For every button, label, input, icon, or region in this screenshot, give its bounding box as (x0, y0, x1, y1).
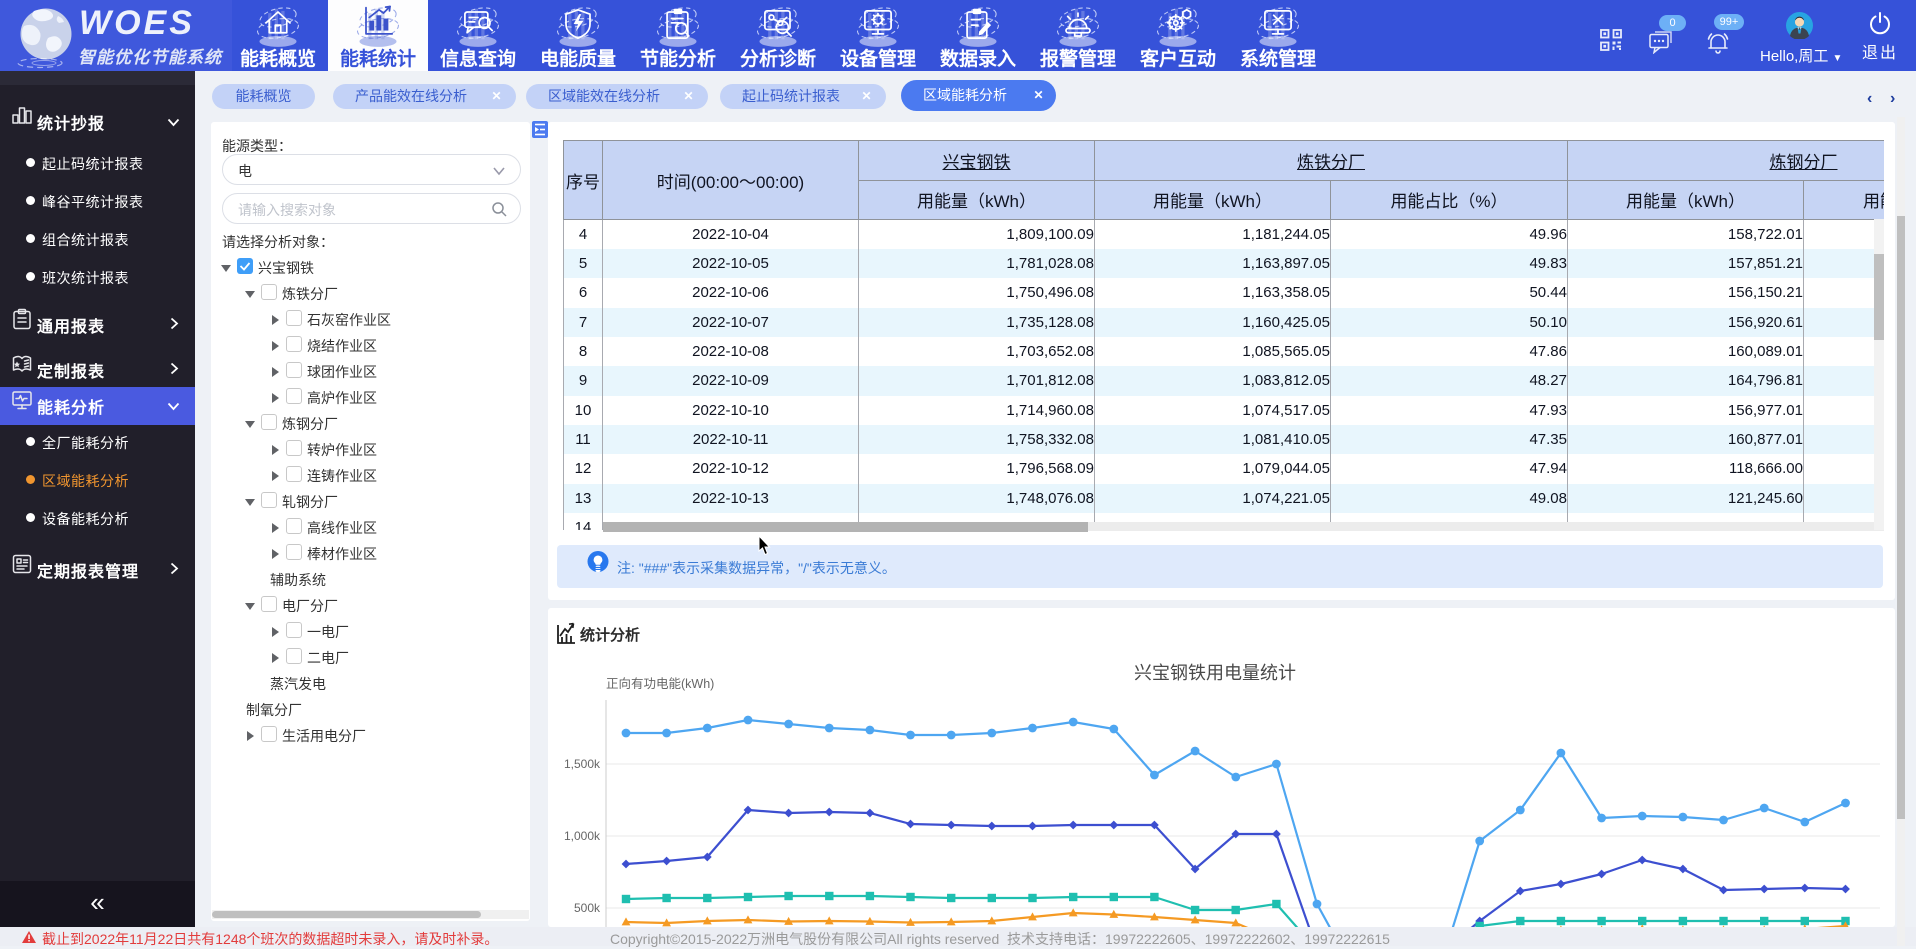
svg-text:1,000k: 1,000k (564, 829, 601, 843)
svg-text:正向有功电能(kWh): 正向有功电能(kWh) (606, 676, 714, 691)
svg-text:500k: 500k (574, 901, 601, 915)
svg-text:统计分析: 统计分析 (580, 626, 640, 644)
svg-text:兴宝钢铁用电量统计: 兴宝钢铁用电量统计 (1134, 663, 1296, 683)
svg-text:1,500k: 1,500k (564, 757, 601, 771)
